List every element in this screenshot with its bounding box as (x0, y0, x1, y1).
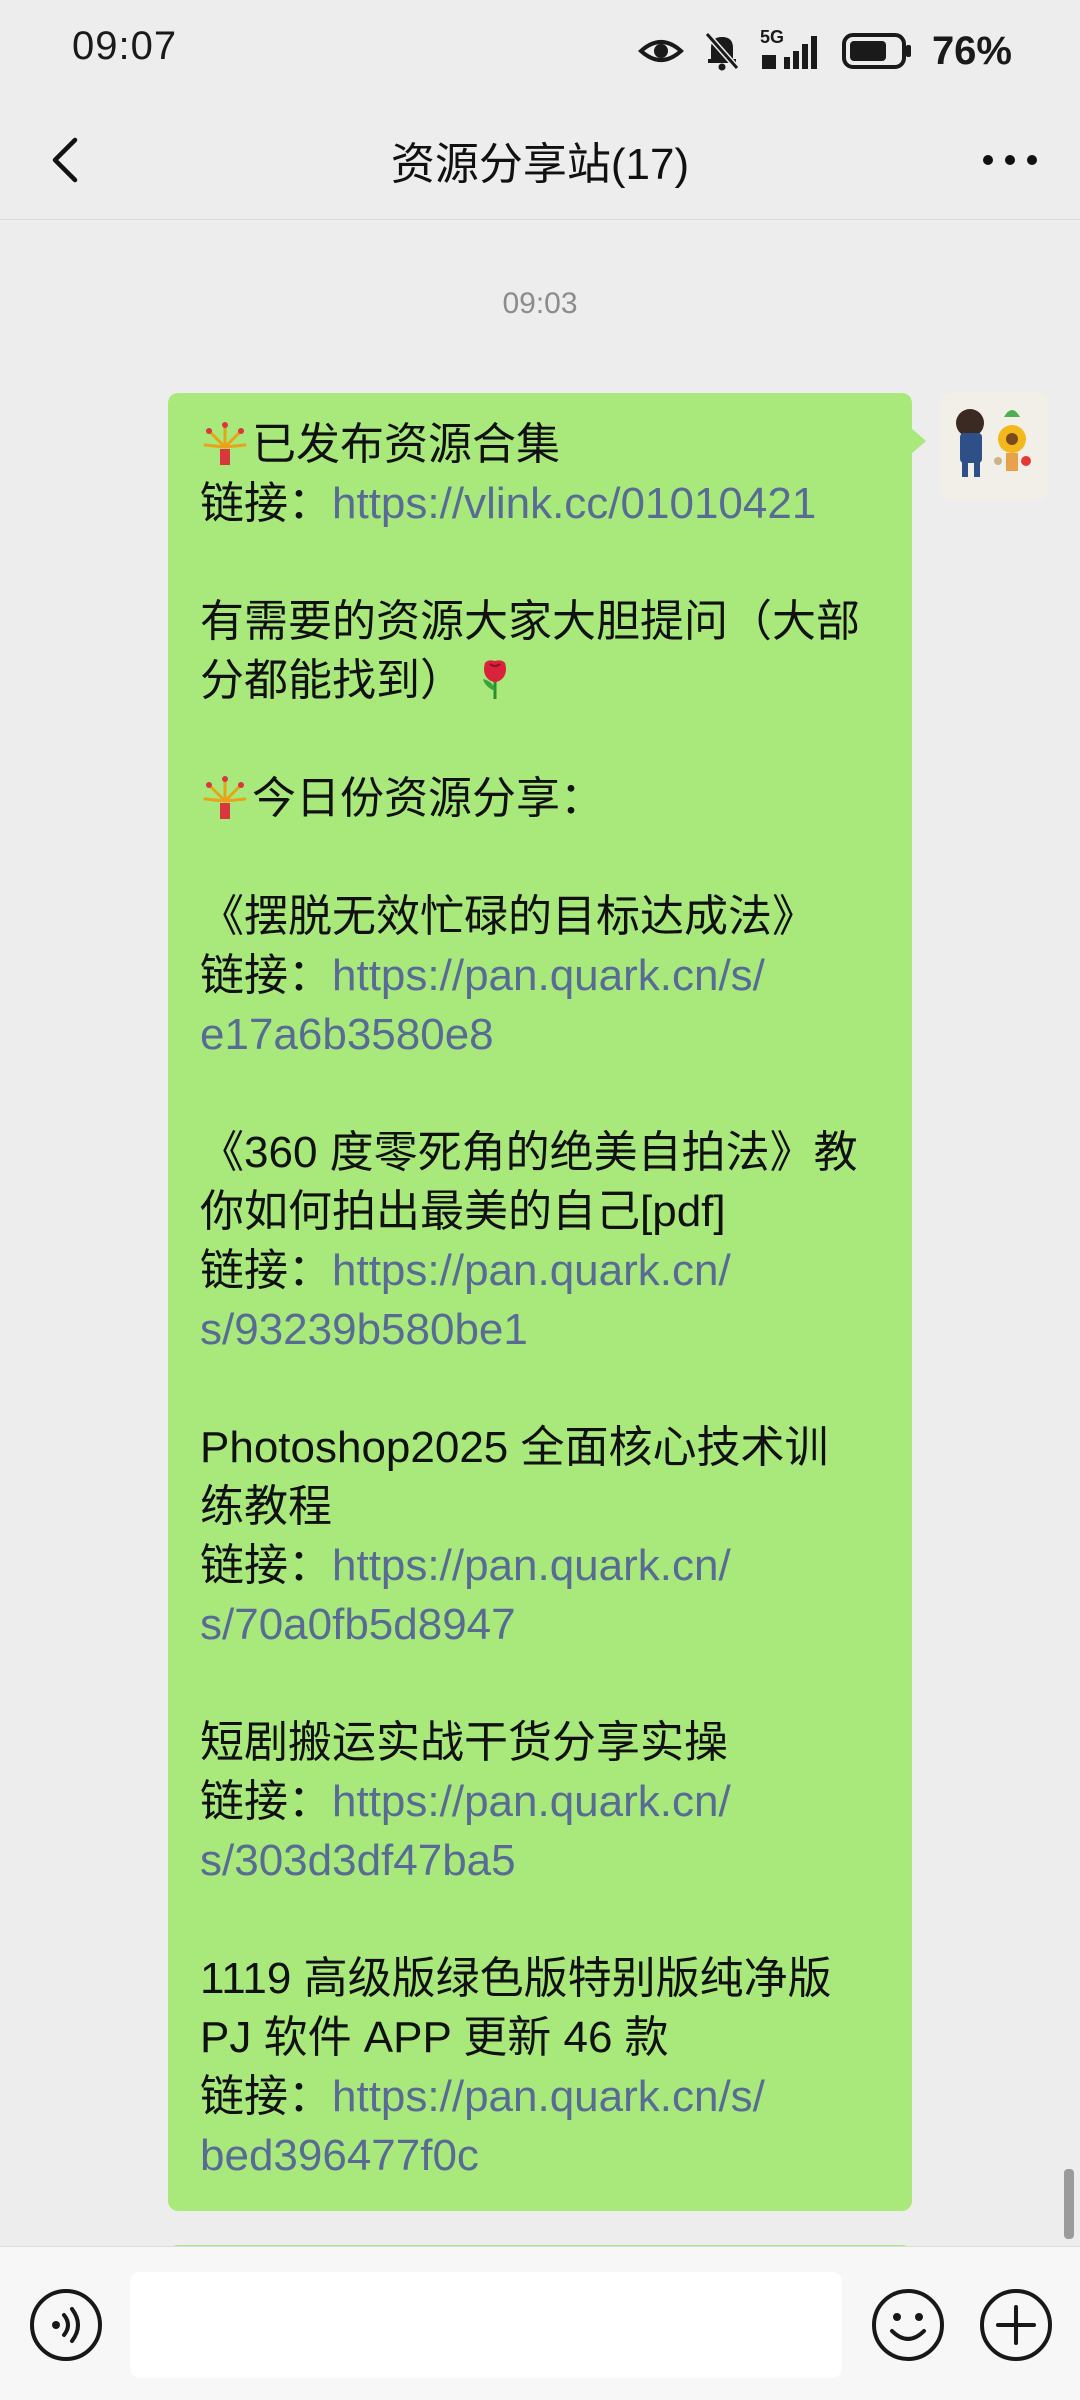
eye-icon (637, 40, 684, 62)
link-label: 链接： (200, 1246, 332, 1295)
message-text: 已发布资源合集 链接：https://vlink.cc/01010421 有需要… (200, 415, 880, 2185)
firework-emoji (203, 776, 247, 819)
status-icons: 5G 76% (637, 27, 1012, 74)
resource-link-2-cont[interactable]: s/93239b580be1 (200, 1300, 880, 1359)
message-line-ask-a: 有需要的资源大家大胆提问（大部 (200, 597, 860, 646)
resource-title-2b: 你如何拍出最美的自己[pdf] (200, 1187, 726, 1236)
more-dots-icon (983, 155, 1037, 165)
resource-title-2a: 《360 度零死角的绝美自拍法》教 (200, 1128, 858, 1177)
more-button[interactable] (970, 125, 1050, 195)
resource-link-5-cont[interactable]: bed396477f0c (200, 2126, 880, 2185)
emoji-button[interactable] (870, 2287, 946, 2363)
status-bar: 09:07 5G 76% (0, 0, 1080, 100)
message-line-ask-b: 分都能找到） (200, 656, 464, 705)
link-vlink[interactable]: https://vlink.cc/01010421 (332, 479, 816, 528)
resource-title-1: 《摆脱无效忙碌的目标达成法》 (200, 892, 816, 941)
chat-title: 资源分享站(17) (390, 140, 690, 189)
resource-title-4: 短剧搬运实战干货分享实操 (200, 1718, 728, 1767)
chat-header: 资源分享站(17) (0, 100, 1080, 220)
chat-area[interactable]: 09:03 已发布资源合集 链接：https://vlink.cc/010104… (0, 221, 1080, 2246)
message-line-today: 今日份资源分享： (252, 774, 604, 823)
bell-muted-icon (704, 32, 740, 71)
resource-link-1-cont[interactable]: e17a6b3580e8 (200, 1005, 880, 1064)
resource-link-5[interactable]: https://pan.quark.cn/s/ (332, 2072, 765, 2121)
link-label: 链接： (200, 1541, 332, 1590)
voice-button[interactable] (28, 2287, 104, 2363)
cellular-signal-icon: 5G (760, 27, 824, 71)
message-line-published: 已发布资源合集 (252, 420, 560, 469)
resource-link-3-cont[interactable]: s/70a0fb5d8947 (200, 1595, 880, 1654)
message-input[interactable] (130, 2272, 842, 2378)
resource-link-2[interactable]: https://pan.quark.cn/ (332, 1246, 731, 1295)
message-bubble[interactable]: 已发布资源合集 链接：https://vlink.cc/01010421 有需要… (168, 393, 912, 2211)
bubble-tail (910, 427, 926, 455)
smiley-icon (872, 2289, 944, 2361)
plus-icon (980, 2289, 1052, 2361)
status-time: 09:07 (72, 24, 178, 68)
resource-title-3b: 练教程 (200, 1482, 332, 1531)
firework-emoji (203, 422, 247, 465)
resource-title-3a: Photoshop2025 全面核心技术训 (200, 1423, 829, 1472)
voice-icon (30, 2289, 102, 2361)
input-bar (0, 2246, 1080, 2400)
resource-link-3[interactable]: https://pan.quark.cn/ (332, 1541, 731, 1590)
resource-link-1[interactable]: https://pan.quark.cn/s/ (332, 951, 765, 1000)
link-label: 链接： (200, 2072, 332, 2121)
resource-title-5b: PJ 软件 APP 更新 46 款 (200, 2013, 669, 2062)
battery-icon (841, 33, 911, 69)
resource-link-4-cont[interactable]: s/303d3df47ba5 (200, 1831, 880, 1890)
link-label: 链接： (200, 1777, 332, 1826)
link-label: 链接： (200, 951, 332, 1000)
resource-title-5a: 1119 高级版绿色版特别版纯净版 (200, 1954, 832, 2003)
rose-emoji (483, 660, 506, 699)
link-label: 链接： (200, 479, 332, 528)
plus-button[interactable] (978, 2287, 1054, 2363)
message-timestamp: 09:03 (502, 287, 578, 320)
battery-percent: 76% (931, 28, 1012, 73)
avatar[interactable] (940, 393, 1048, 501)
scrollbar[interactable] (1064, 2169, 1074, 2239)
resource-link-4[interactable]: https://pan.quark.cn/ (332, 1777, 731, 1826)
